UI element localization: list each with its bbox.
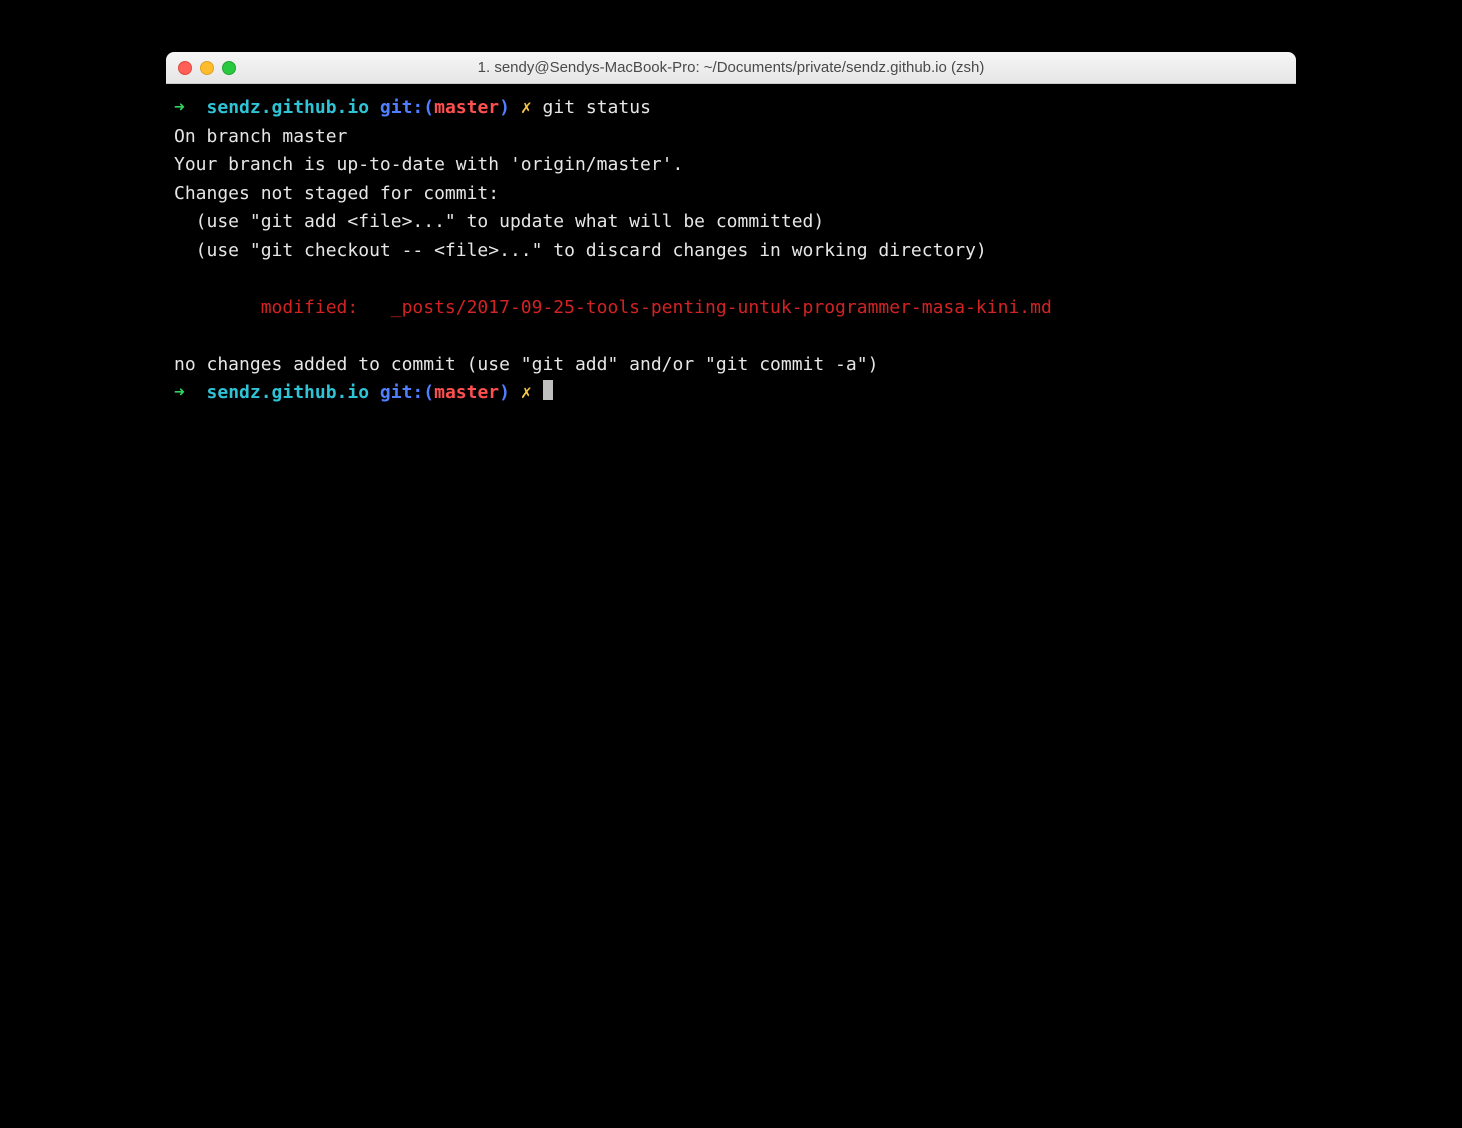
- output-hint-add: (use "git add <file>..." to update what …: [174, 211, 824, 232]
- close-icon[interactable]: [178, 61, 192, 75]
- output-modified-file: modified: _posts/2017-09-25-tools-pentin…: [174, 297, 1052, 318]
- terminal-body[interactable]: ➜ sendz.github.io git:(master) ✗ git sta…: [166, 84, 1296, 944]
- prompt-lparen: (: [423, 97, 434, 118]
- terminal-window: 1. sendy@Sendys-MacBook-Pro: ~/Documents…: [166, 52, 1296, 944]
- traffic-lights: [178, 61, 236, 75]
- maximize-icon[interactable]: [222, 61, 236, 75]
- output-uptodate-line: Your branch is up-to-date with 'origin/m…: [174, 154, 683, 175]
- prompt-git-label: git:: [380, 97, 423, 118]
- prompt-lparen: (: [423, 382, 434, 403]
- prompt-cwd: sendz.github.io: [207, 97, 370, 118]
- titlebar[interactable]: 1. sendy@Sendys-MacBook-Pro: ~/Documents…: [166, 52, 1296, 84]
- window-title: 1. sendy@Sendys-MacBook-Pro: ~/Documents…: [166, 59, 1296, 76]
- output-changes-header: Changes not staged for commit:: [174, 183, 499, 204]
- prompt-rparen: ): [499, 382, 510, 403]
- minimize-icon[interactable]: [200, 61, 214, 75]
- prompt-arrow-icon: ➜: [174, 97, 207, 118]
- prompt-line-1: ➜ sendz.github.io git:(master) ✗ git sta…: [174, 97, 651, 118]
- output-no-changes: no changes added to commit (use "git add…: [174, 354, 878, 375]
- output-branch-line: On branch master: [174, 126, 347, 147]
- prompt-line-2: ➜ sendz.github.io git:(master) ✗: [174, 382, 553, 403]
- prompt-cwd: sendz.github.io: [207, 382, 370, 403]
- prompt-git-label: git:: [380, 382, 423, 403]
- prompt-arrow-icon: ➜: [174, 382, 207, 403]
- cursor[interactable]: [543, 380, 553, 400]
- prompt-branch: master: [434, 97, 499, 118]
- prompt-rparen: ): [499, 97, 510, 118]
- output-hint-checkout: (use "git checkout -- <file>..." to disc…: [174, 240, 987, 261]
- dirty-icon: ✗: [521, 382, 532, 403]
- command-text: git status: [543, 97, 651, 118]
- prompt-branch: master: [434, 382, 499, 403]
- dirty-icon: ✗: [521, 97, 532, 118]
